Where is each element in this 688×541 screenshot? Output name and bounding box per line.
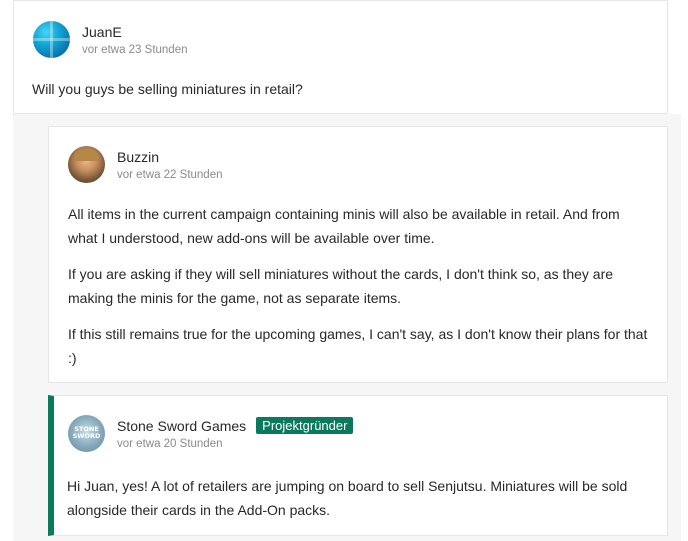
- comment-text: Will you guys be selling miniatures in r…: [32, 81, 303, 97]
- reply-header: STONE SWORD Stone Sword Games Projektgrü…: [68, 415, 354, 452]
- blue-sphere-avatar-icon[interactable]: [33, 21, 70, 58]
- reply-paragraph: Hi Juan, yes! A lot of retailers are jum…: [67, 478, 628, 518]
- top-comment: JuanE vor etwa 23 Stunden Will you guys …: [13, 0, 668, 114]
- reply-body: All items in the current campaign contai…: [68, 202, 653, 382]
- avatar-hair: [74, 149, 99, 161]
- creator-badge: Projektgründer: [256, 417, 354, 434]
- reply-meta: Stone Sword Games Projektgründer vor etw…: [117, 415, 354, 450]
- reply-paragraph: If you are asking if they will sell mini…: [68, 266, 614, 306]
- reply-body: Hi Juan, yes! A lot of retailers are jum…: [67, 474, 657, 534]
- reply-comment: Buzzin vor etwa 22 Stunden All items in …: [48, 126, 668, 383]
- comment-meta: JuanE vor etwa 23 Stunden: [82, 21, 188, 57]
- comment-thread: JuanE vor etwa 23 Stunden Will you guys …: [0, 0, 688, 541]
- reply-header: Buzzin vor etwa 22 Stunden: [68, 146, 223, 183]
- author-name[interactable]: Buzzin: [117, 149, 159, 165]
- user-photo-avatar-icon[interactable]: [68, 146, 105, 183]
- comment-header: JuanE vor etwa 23 Stunden: [33, 21, 188, 58]
- reply-paragraph: If this still remains true for the upcom…: [68, 326, 648, 366]
- reply-time[interactable]: vor etwa 22 Stunden: [117, 169, 223, 181]
- stone-sword-logo-avatar-icon[interactable]: STONE SWORD: [68, 415, 105, 452]
- logo-text: STONE SWORD: [72, 425, 101, 440]
- creator-reply-comment: STONE SWORD Stone Sword Games Projektgrü…: [48, 395, 668, 536]
- reply-time[interactable]: vor etwa 20 Stunden: [117, 438, 353, 450]
- author-name[interactable]: JuanE: [82, 24, 122, 40]
- author-name[interactable]: Stone Sword Games: [117, 418, 246, 434]
- reply-paragraph: All items in the current campaign contai…: [68, 206, 620, 246]
- comment-time[interactable]: vor etwa 23 Stunden: [82, 44, 188, 56]
- comment-body: Will you guys be selling miniatures in r…: [32, 77, 652, 113]
- reply-meta: Buzzin vor etwa 22 Stunden: [117, 146, 223, 182]
